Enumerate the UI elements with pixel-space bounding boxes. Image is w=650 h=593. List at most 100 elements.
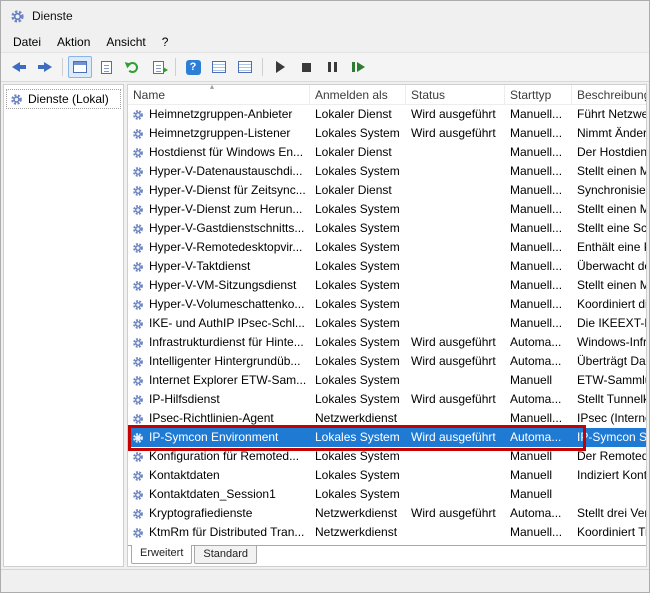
- service-status-cell: [406, 238, 505, 257]
- service-logon-cell: Netzwerkdienst: [310, 523, 406, 542]
- service-status-cell: Wird ausgeführt: [406, 333, 505, 352]
- column-header-beschreibung[interactable]: Beschreibung: [572, 85, 646, 104]
- show-console-tree-icon[interactable]: [68, 56, 92, 78]
- menu-aktion[interactable]: Aktion: [49, 33, 98, 51]
- menu-datei[interactable]: Datei: [5, 33, 49, 51]
- service-name-text: IP-Symcon Environment: [149, 428, 278, 447]
- table-row[interactable]: Infrastrukturdienst für Hinte... Lokales…: [128, 333, 646, 352]
- table-row[interactable]: Hyper-V-VM-Sitzungsdienst Lokales System…: [128, 276, 646, 295]
- table-row[interactable]: IP-Hilfsdienst Lokales System Wird ausge…: [128, 390, 646, 409]
- service-starttype-cell: Manuell...: [505, 257, 572, 276]
- service-status-cell: Wird ausgeführt: [406, 504, 505, 523]
- service-logon-cell: Lokales System: [310, 257, 406, 276]
- table-row[interactable]: Hyper-V-Volumeschattenko... Lokales Syst…: [128, 295, 646, 314]
- service-status-cell: Wird ausgeführt: [406, 352, 505, 371]
- column-header-label: Name: [133, 88, 165, 102]
- service-gear-icon: [132, 128, 144, 140]
- menu-ansicht[interactable]: Ansicht: [98, 33, 153, 51]
- service-starttype-cell: Manuell: [505, 466, 572, 485]
- table-row[interactable]: Hyper-V-Remotedesktopvir... Lokales Syst…: [128, 238, 646, 257]
- service-name-text: Hyper-V-Volumeschattenko...: [149, 295, 304, 314]
- service-name-text: Heimnetzgruppen-Listener: [149, 124, 290, 143]
- export-icon[interactable]: [146, 56, 170, 78]
- service-gear-icon: [132, 337, 144, 349]
- table-row[interactable]: Hyper-V-Gastdienstschnitts... Lokales Sy…: [128, 219, 646, 238]
- service-starttype-cell: Automa...: [505, 504, 572, 523]
- table-row[interactable]: Hostdienst für Windows En... Lokaler Die…: [128, 143, 646, 162]
- service-name-text: Infrastrukturdienst für Hinte...: [149, 333, 304, 352]
- service-name-text: Kontaktdaten_Session1: [149, 485, 276, 504]
- service-table-body: Heimnetzgruppen-Anbieter Lokaler Dienst …: [128, 105, 646, 542]
- service-description-cell: IPsec (Interne...: [572, 409, 646, 428]
- table-row[interactable]: Hyper-V-Dienst zum Herun... Lokales Syst…: [128, 200, 646, 219]
- service-logon-cell: Lokales System: [310, 162, 406, 181]
- service-logon-cell: Lokaler Dienst: [310, 181, 406, 200]
- service-status-cell: [406, 257, 505, 276]
- table-row[interactable]: Internet Explorer ETW-Sam... Lokales Sys…: [128, 371, 646, 390]
- table-row[interactable]: Hyper-V-Datenaustauschdi... Lokales Syst…: [128, 162, 646, 181]
- service-name-cell: Hyper-V-Gastdienstschnitts...: [128, 219, 310, 238]
- service-logon-cell: Lokaler Dienst: [310, 105, 406, 124]
- service-gear-icon: [132, 185, 144, 197]
- table-row[interactable]: Hyper-V-Dienst für Zeitsync... Lokaler D…: [128, 181, 646, 200]
- main-content: Dienste (Lokal) ▴ Name Anmelden als Stat…: [1, 82, 649, 569]
- service-logon-cell: Lokales System: [310, 238, 406, 257]
- service-starttype-cell: Manuell...: [505, 124, 572, 143]
- help-icon[interactable]: [181, 56, 205, 78]
- service-starttype-cell: Manuell: [505, 485, 572, 504]
- service-starttype-cell: Manuell: [505, 447, 572, 466]
- service-logon-cell: Lokales System: [310, 124, 406, 143]
- column-header-label: Status: [411, 88, 445, 102]
- pause-service-icon[interactable]: [320, 56, 344, 78]
- table-row[interactable]: Kryptografiedienste Netzwerkdienst Wird …: [128, 504, 646, 523]
- forward-arrow-icon[interactable]: [33, 56, 57, 78]
- column-header-name[interactable]: ▴ Name: [128, 85, 310, 104]
- column-header-anmelden-als[interactable]: Anmelden als: [310, 85, 406, 104]
- service-logon-cell: Lokales System: [310, 390, 406, 409]
- table-row[interactable]: Heimnetzgruppen-Listener Lokales System …: [128, 124, 646, 143]
- table-header: ▴ Name Anmelden als Status Starttyp Besc…: [128, 85, 646, 105]
- column-header-label: Starttyp: [510, 88, 551, 102]
- tree-item-dienste-lokal[interactable]: Dienste (Lokal): [6, 89, 121, 109]
- table-row[interactable]: Hyper-V-Taktdienst Lokales System Manuel…: [128, 257, 646, 276]
- column-header-starttyp[interactable]: Starttyp: [505, 85, 572, 104]
- service-name-cell: Infrastrukturdienst für Hinte...: [128, 333, 310, 352]
- stop-service-icon[interactable]: [294, 56, 318, 78]
- service-starttype-cell: Manuell...: [505, 523, 572, 542]
- service-name-cell: Internet Explorer ETW-Sam...: [128, 371, 310, 390]
- table-row[interactable]: IP-Symcon Environment Lokales System Wir…: [128, 428, 646, 447]
- tab-standard[interactable]: Standard: [194, 546, 257, 564]
- table-row[interactable]: Intelligenter Hintergrundüb... Lokales S…: [128, 352, 646, 371]
- table-row[interactable]: KtmRm für Distributed Tran... Netzwerkdi…: [128, 523, 646, 542]
- service-gear-icon: [132, 261, 144, 273]
- restart-service-icon[interactable]: [346, 56, 370, 78]
- service-name-text: Internet Explorer ETW-Sam...: [149, 371, 306, 390]
- table-row[interactable]: Konfiguration für Remoted... Lokales Sys…: [128, 447, 646, 466]
- export-list-icon[interactable]: [94, 56, 118, 78]
- view-tabs: Erweitert Standard: [128, 545, 646, 566]
- service-status-cell: [406, 143, 505, 162]
- back-arrow-icon[interactable]: [7, 56, 31, 78]
- service-name-cell: Hyper-V-Taktdienst: [128, 257, 310, 276]
- table-row[interactable]: Kontaktdaten_Session1 Lokales System Man…: [128, 485, 646, 504]
- tab-erweitert[interactable]: Erweitert: [131, 545, 192, 564]
- extended-view-icon[interactable]: [207, 56, 231, 78]
- menu-hilfe[interactable]: ?: [154, 33, 177, 51]
- service-name-text: Hyper-V-Taktdienst: [149, 257, 250, 276]
- refresh-icon[interactable]: [120, 56, 144, 78]
- table-row[interactable]: IPsec-Richtlinien-Agent Netzwerkdienst M…: [128, 409, 646, 428]
- table-row[interactable]: Kontaktdaten Lokales System Manuell Indi…: [128, 466, 646, 485]
- column-header-status[interactable]: Status: [406, 85, 505, 104]
- service-name-cell: Hyper-V-Dienst zum Herun...: [128, 200, 310, 219]
- table-row[interactable]: IKE- und AuthIP IPsec-Schl... Lokales Sy…: [128, 314, 646, 333]
- service-name-text: IP-Hilfsdienst: [149, 390, 220, 409]
- service-starttype-cell: Manuell...: [505, 276, 572, 295]
- service-gear-icon: [132, 147, 144, 159]
- services-node-icon: [10, 93, 23, 106]
- start-service-icon[interactable]: [268, 56, 292, 78]
- toolbar: [1, 52, 649, 82]
- standard-view-icon[interactable]: [233, 56, 257, 78]
- service-gear-icon: [132, 204, 144, 216]
- toolbar-separator: [175, 58, 176, 76]
- table-row[interactable]: Heimnetzgruppen-Anbieter Lokaler Dienst …: [128, 105, 646, 124]
